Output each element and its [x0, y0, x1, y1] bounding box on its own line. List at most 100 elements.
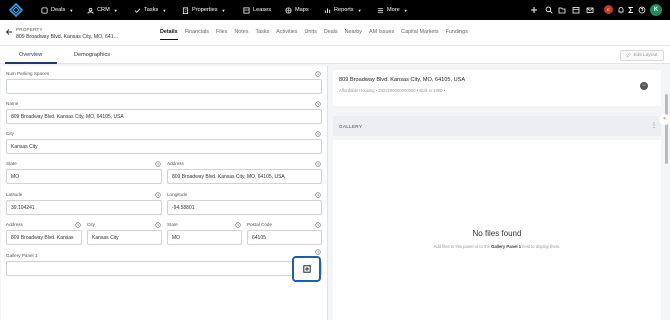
tab-units[interactable]: Units	[305, 29, 317, 35]
details-form: Num Parking Spaces Name 809 Broadway Blv…	[1, 66, 328, 320]
more-icon	[377, 7, 384, 13]
tab-nearby[interactable]: Nearby	[345, 29, 362, 35]
history-icon[interactable]	[315, 161, 321, 167]
history-icon[interactable]	[315, 192, 321, 198]
history-icon[interactable]	[235, 222, 241, 228]
bell-icon[interactable]	[617, 6, 625, 14]
property-card-subtitle: Affordable Housing • 2922200000000000 • …	[339, 88, 446, 93]
nav-reports[interactable]: Reports ▼	[324, 0, 362, 20]
calendar-icon[interactable]	[572, 6, 580, 14]
history-icon[interactable]	[75, 222, 81, 228]
nav-reports-label: Reports	[334, 7, 354, 13]
history-icon[interactable]	[155, 192, 161, 198]
nav-tasks[interactable]: Tasks ▼	[134, 0, 166, 20]
num-parking-label: Num Parking Spaces	[6, 71, 50, 76]
breadcrumb-label: PROPERTY	[16, 27, 43, 32]
tab-financials[interactable]: Financials	[185, 29, 209, 35]
add-gallery-files-button[interactable]	[292, 256, 321, 282]
address2-label: Address	[6, 222, 23, 227]
empty-state-text-pre: Add files to this panel or to the	[433, 244, 492, 249]
collapse-icon[interactable]: −	[640, 82, 648, 90]
empty-state-subtitle: Add files to this panel or to the Galler…	[333, 244, 661, 249]
longitude-input[interactable]: -94.58801	[167, 200, 322, 215]
app-logo-icon[interactable]	[9, 3, 23, 17]
history-icon[interactable]	[155, 161, 161, 167]
state2-label: State	[167, 222, 178, 227]
kebab-menu-icon[interactable]: ⋮	[651, 122, 657, 129]
nav-maps-label: Maps	[295, 7, 309, 13]
side-panel: 809 Broadway Blvd. Kansas City, MO, 6410…	[333, 66, 665, 320]
maps-icon	[285, 6, 292, 14]
sigma-icon[interactable]	[627, 6, 635, 14]
hubspot-icon[interactable]: ᐤ	[659, 114, 670, 125]
record-header: PROPERTY 809 Broadway Blvd. Kansas City,…	[0, 20, 670, 46]
chevron-down-icon: ▼	[113, 7, 118, 13]
tab-tasks[interactable]: Tasks	[255, 29, 269, 35]
tab-notes[interactable]: Notes	[234, 29, 248, 35]
tab-files[interactable]: Files	[216, 29, 227, 35]
history-icon[interactable]	[315, 71, 321, 77]
nav-crm-label: CRM	[97, 7, 110, 13]
history-icon[interactable]	[315, 249, 321, 255]
scrollbar[interactable]	[665, 94, 668, 164]
empty-state-text-post: field to display them.	[521, 244, 561, 249]
latitude-input[interactable]: 39.104241	[6, 200, 162, 215]
gallery-header-label: GALLERY	[339, 124, 363, 129]
nav-more[interactable]: More ▼	[377, 0, 408, 20]
tab-capital-markets[interactable]: Capital Markets	[401, 29, 438, 35]
folder-icon[interactable]	[558, 6, 566, 14]
state-input[interactable]: MO	[6, 169, 162, 184]
notification-avatar[interactable]: E	[604, 5, 613, 14]
name-input[interactable]: 809 Broadway Blvd. Kansas City, MO, 6410…	[6, 109, 322, 124]
reports-icon	[324, 7, 331, 13]
tab-details[interactable]: Details	[160, 29, 178, 40]
address2-input[interactable]: 809 Broadway Blvd. Kansas	[6, 230, 82, 245]
nav-deals-label: Deals	[51, 7, 66, 13]
empty-state-field-name: Gallery Panel 1	[491, 244, 522, 249]
user-avatar[interactable]: K	[650, 4, 662, 16]
history-icon[interactable]	[315, 222, 321, 228]
city2-input[interactable]: Kansas City	[87, 230, 162, 245]
postal-code-input[interactable]: 64105	[247, 230, 322, 245]
nav-more-label: More	[387, 7, 400, 13]
num-parking-input[interactable]	[6, 79, 322, 94]
postal-code-label: Postal Code	[247, 222, 273, 227]
mail-icon[interactable]	[586, 6, 594, 14]
chevron-down-icon: ▼	[221, 7, 226, 13]
gallery-add-icon	[302, 265, 311, 273]
edit-layout-label: Edit Layout	[633, 53, 658, 58]
gallery-header: GALLERY ⋮	[333, 116, 661, 136]
history-icon[interactable]	[155, 222, 161, 228]
tab-fundings[interactable]: Fundings	[446, 29, 468, 35]
edit-layout-button[interactable]: Edit Layout	[620, 50, 664, 61]
chevron-down-icon: ▼	[162, 7, 167, 13]
nav-deals[interactable]: Deals ▼	[41, 0, 73, 20]
tab-overview[interactable]: Overview	[19, 52, 42, 58]
nav-tasks-label: Tasks	[144, 7, 159, 13]
address-label: Address	[167, 161, 184, 166]
history-icon[interactable]	[315, 101, 321, 107]
nav-leases-label: Leases	[253, 7, 272, 13]
active-tab-indicator	[5, 62, 57, 64]
nav-leases[interactable]: Leases	[243, 0, 271, 20]
address-input[interactable]: 809 Broadway Blvd. Kansas City, MO, 6410…	[167, 169, 322, 184]
search-icon[interactable]	[545, 6, 553, 14]
nav-properties-label: Properties	[192, 7, 218, 13]
tab-demographics[interactable]: Demographics	[74, 52, 110, 58]
gallery-panel-input[interactable]	[6, 261, 322, 276]
tab-deals[interactable]: Deals	[324, 29, 338, 35]
tab-am-issues[interactable]: AM Issues	[369, 29, 394, 35]
help-icon[interactable]	[638, 6, 646, 14]
state2-input[interactable]: MO	[167, 230, 242, 245]
top-navigation-bar: Deals ▼ CRM ▼ Tasks ▼ Properties ▼ Leases Ma…	[0, 0, 670, 20]
back-arrow-icon[interactable]	[5, 28, 13, 36]
city-input[interactable]: Kansas City	[6, 139, 322, 154]
city2-label: City	[87, 222, 95, 227]
add-icon[interactable]	[530, 6, 538, 14]
gallery-body: No files found Add files to this panel o…	[333, 140, 661, 320]
tab-activities[interactable]: Activities	[276, 29, 297, 35]
nav-maps[interactable]: Maps	[285, 0, 309, 20]
history-icon[interactable]	[315, 131, 321, 137]
nav-properties[interactable]: Properties ▼	[182, 0, 225, 20]
nav-crm[interactable]: CRM ▼	[87, 0, 118, 20]
